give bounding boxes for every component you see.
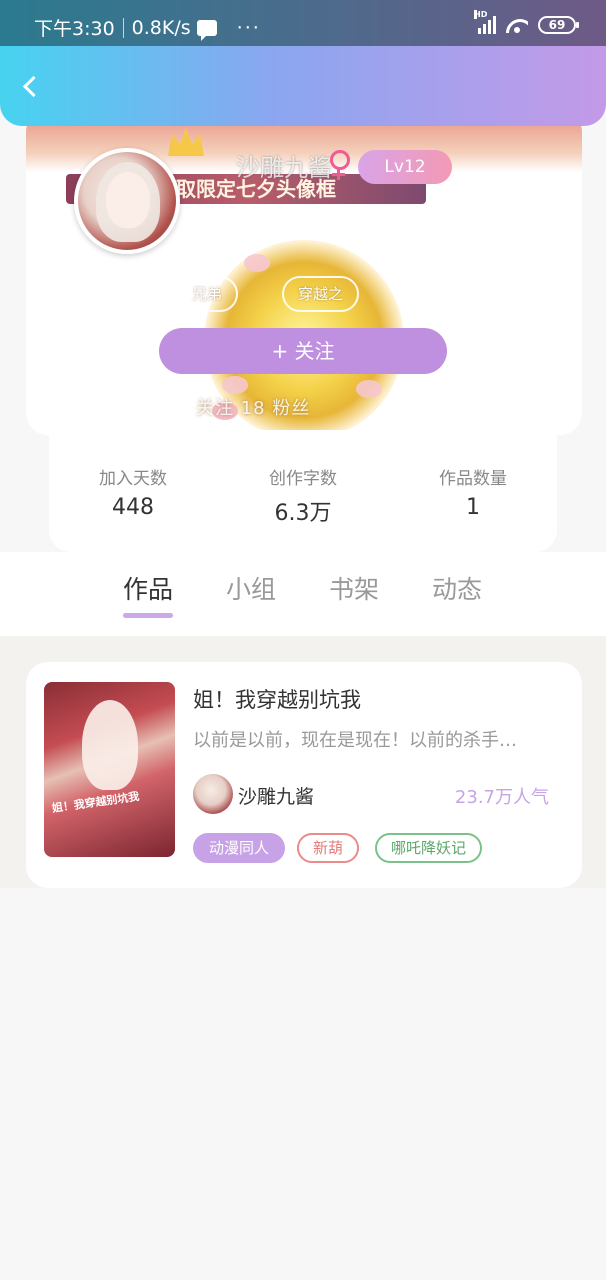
work-tag-new[interactable]: 新葫 [297, 833, 360, 863]
status-time: 下午3:30 [34, 18, 115, 40]
tab-groups[interactable]: 小组 [226, 570, 276, 606]
stats-card: 加入天数 448 创作字数 6.3万 作品数量 1 [49, 430, 557, 552]
back-button[interactable] [20, 74, 46, 100]
hd-label: HD [474, 10, 488, 19]
tab-bar: 作品 小组 书架 动态 [0, 552, 606, 636]
battery-icon: 69 [538, 16, 579, 34]
wifi-icon [506, 17, 528, 33]
stat-value: 448 [112, 495, 154, 520]
follow-stats[interactable]: 关注 18 粉丝 [196, 394, 310, 420]
stat-label: 加入天数 [99, 469, 167, 489]
profile-tag[interactable]: 兄弟 [176, 276, 239, 312]
signal-icon: HD [474, 10, 496, 34]
level-badge: Lv12 [358, 150, 452, 184]
book-cover[interactable]: 姐！我穿越别坑我 [44, 682, 175, 857]
stat-value: 6.3万 [274, 501, 332, 526]
status-bar: 下午3:30 0.8K/s ··· HD 69 [0, 0, 606, 46]
work-description: 以前是以前，现在是现在！以前的杀手… [193, 730, 517, 751]
username: 沙雕九酱 [236, 154, 332, 182]
stat-label: 创作字数 [269, 469, 337, 489]
crown-icon [168, 128, 204, 156]
status-right: HD 69 [474, 10, 579, 34]
status-left: 下午3:30 0.8K/s ··· [34, 14, 261, 41]
avatar-face [106, 172, 150, 228]
petal-art [356, 380, 382, 398]
tab-activity[interactable]: 动态 [432, 570, 482, 606]
profile-tag[interactable]: 穿越之 [282, 276, 360, 312]
work-card[interactable]: 姐！我穿越别坑我 姐！我穿越别坑我 以前是以前，现在是现在！以前的杀手… 沙雕九… [26, 662, 582, 888]
status-net-speed: 0.8K/s [131, 16, 191, 39]
message-icon [196, 19, 217, 41]
work-title[interactable]: 姐！我穿越别坑我 [193, 684, 361, 714]
popularity-count: 23.7万人气 [454, 787, 549, 808]
author-avatar[interactable] [193, 774, 233, 814]
active-tab-indicator [123, 613, 173, 618]
work-tag-category[interactable]: 动漫同人 [193, 833, 286, 863]
header-bar [0, 46, 606, 126]
female-icon [328, 150, 350, 180]
profile-card: 领取限定七夕头像框 沙雕九酱 Lv12 兄弟 穿越之 + 关注 关注 18 粉丝 [26, 110, 582, 435]
follow-button[interactable]: + 关注 [159, 328, 447, 374]
cover-title-text: 姐！我穿越别坑我 [51, 789, 141, 815]
more-notifications-icon: ··· [236, 16, 261, 39]
works-list: 姐！我穿越别坑我 姐！我穿越别坑我 以前是以前，现在是现在！以前的杀手… 沙雕九… [0, 636, 606, 888]
author-name[interactable]: 沙雕九酱 [238, 782, 314, 809]
stat-label: 作品数量 [439, 469, 507, 489]
status-divider [122, 17, 124, 38]
stat-value: 1 [466, 495, 480, 520]
petal-art [244, 254, 270, 272]
tab-bookshelf[interactable]: 书架 [329, 570, 379, 606]
avatar[interactable] [74, 148, 180, 254]
stat-word-count: 创作字数 6.3万 [219, 464, 387, 527]
cover-character [82, 700, 138, 790]
stat-works-count: 作品数量 1 [389, 464, 557, 520]
petal-art [222, 376, 248, 394]
stat-join-days: 加入天数 448 [49, 464, 217, 520]
work-tag-topic[interactable]: 哪吒降妖记 [375, 833, 483, 863]
tab-works[interactable]: 作品 [123, 570, 173, 606]
